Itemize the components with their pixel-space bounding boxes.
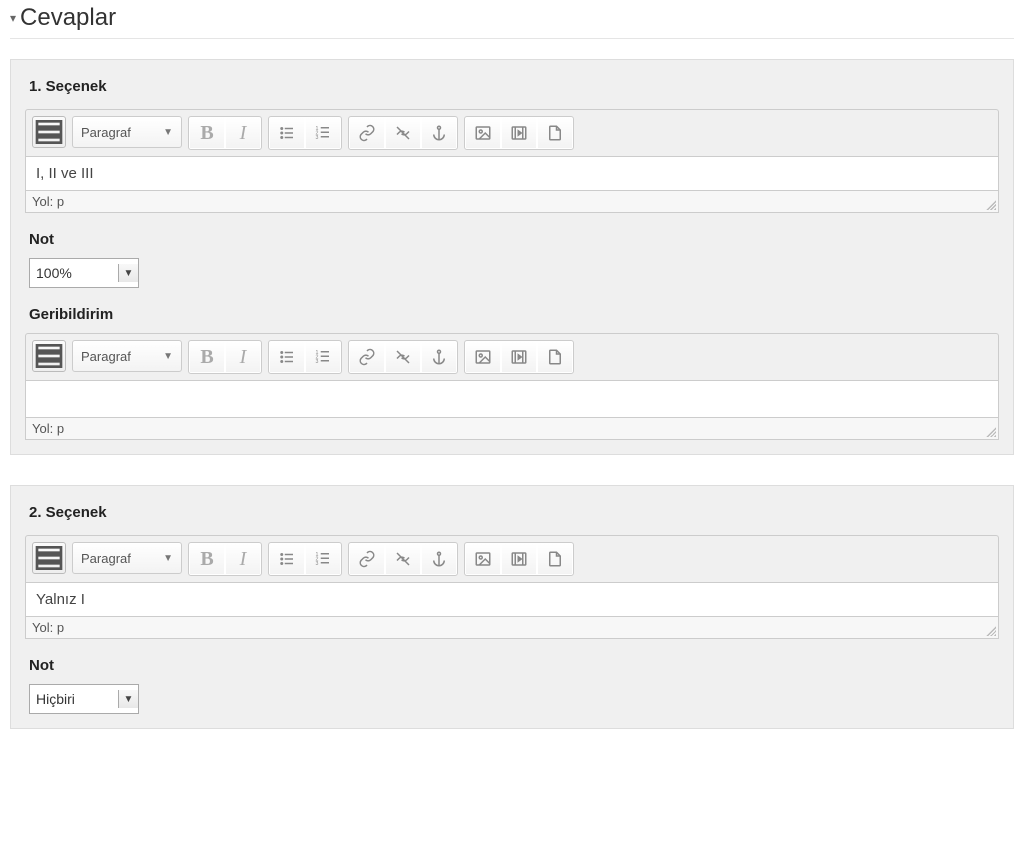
choice-1-title: 1. Seçenek <box>29 78 999 95</box>
toolbar-toggle-button[interactable] <box>32 340 66 372</box>
format-select[interactable]: Paragraf ▼ <box>72 116 182 148</box>
choice-1-editor: Paragraf ▼ B I 123 <box>25 109 999 213</box>
chevron-down-icon: ▼ <box>163 553 173 564</box>
format-select[interactable]: Paragraf ▼ <box>72 340 182 372</box>
image-button[interactable] <box>466 544 500 574</box>
editor-path-bar: Yol: p <box>25 418 999 440</box>
bulleted-list-button[interactable] <box>270 118 304 148</box>
choice-2-grade-label: Not <box>29 657 999 674</box>
bold-button[interactable]: B <box>190 118 224 148</box>
italic-button[interactable]: I <box>226 118 260 148</box>
choice-2-title: 2. Seçenek <box>29 504 999 521</box>
format-select-label: Paragraf <box>81 551 131 566</box>
choice-panel-2: 2. Seçenek Paragraf ▼ B I 123 <box>10 485 1014 729</box>
choice-1-feedback-editor: Paragraf ▼ B I 123 <box>25 333 999 440</box>
editor-path-bar: Yol: p <box>25 617 999 639</box>
path-tag: p <box>57 620 64 635</box>
bold-button[interactable]: B <box>190 544 224 574</box>
anchor-button[interactable] <box>422 544 456 574</box>
choice-1-grade-label: Not <box>29 231 999 248</box>
choice-1-grade-select[interactable]: 100% ▼ <box>29 258 139 288</box>
editor-toolbar: Paragraf ▼ B I 123 <box>25 535 999 582</box>
collapse-triangle-icon[interactable]: ▾ <box>10 11 16 25</box>
unlink-button[interactable] <box>386 118 420 148</box>
grade-value: 100% <box>36 265 72 281</box>
image-button[interactable] <box>466 118 500 148</box>
format-select-label: Paragraf <box>81 349 131 364</box>
choice-1-content-input[interactable]: I, II ve III <box>25 156 999 191</box>
editor-toolbar: Paragraf ▼ B I 123 <box>25 333 999 380</box>
file-button[interactable] <box>538 118 572 148</box>
dropdown-arrow-icon: ▼ <box>118 264 138 282</box>
link-button[interactable] <box>350 342 384 372</box>
choice-2-grade-select[interactable]: Hiçbiri ▼ <box>29 684 139 714</box>
link-button[interactable] <box>350 544 384 574</box>
choice-2-content-input[interactable]: Yalnız I <box>25 582 999 617</box>
toolbar-toggle-button[interactable] <box>32 542 66 574</box>
numbered-list-button[interactable]: 123 <box>306 544 340 574</box>
bulleted-list-button[interactable] <box>270 544 304 574</box>
media-button[interactable] <box>502 342 536 372</box>
unlink-button[interactable] <box>386 342 420 372</box>
path-prefix: Yol: <box>32 620 57 635</box>
choice-2-editor: Paragraf ▼ B I 123 Yalnız I <box>25 535 999 639</box>
grade-value: Hiçbiri <box>36 691 75 707</box>
bulleted-list-button[interactable] <box>270 342 304 372</box>
choice-1-feedback-input[interactable] <box>25 380 999 418</box>
toolbar-toggle-button[interactable] <box>32 116 66 148</box>
image-button[interactable] <box>466 342 500 372</box>
italic-button[interactable]: I <box>226 342 260 372</box>
italic-button[interactable]: I <box>226 544 260 574</box>
svg-text:3: 3 <box>316 359 319 365</box>
path-prefix: Yol: <box>32 194 57 209</box>
media-button[interactable] <box>502 118 536 148</box>
file-button[interactable] <box>538 342 572 372</box>
numbered-list-button[interactable]: 123 <box>306 118 340 148</box>
link-button[interactable] <box>350 118 384 148</box>
path-tag: p <box>57 194 64 209</box>
bold-button[interactable]: B <box>190 342 224 372</box>
svg-text:3: 3 <box>316 135 319 141</box>
choice-1-feedback-label: Geribildirim <box>29 306 999 323</box>
unlink-button[interactable] <box>386 544 420 574</box>
media-button[interactable] <box>502 544 536 574</box>
editor-path-bar: Yol: p <box>25 191 999 213</box>
path-prefix: Yol: <box>32 421 57 436</box>
resize-grip-icon[interactable] <box>984 425 996 437</box>
anchor-button[interactable] <box>422 342 456 372</box>
file-button[interactable] <box>538 544 572 574</box>
format-select-label: Paragraf <box>81 125 131 140</box>
section-title: Cevaplar <box>20 4 116 32</box>
chevron-down-icon: ▼ <box>163 351 173 362</box>
numbered-list-button[interactable]: 123 <box>306 342 340 372</box>
dropdown-arrow-icon: ▼ <box>118 690 138 708</box>
svg-text:3: 3 <box>316 561 319 567</box>
resize-grip-icon[interactable] <box>984 624 996 636</box>
chevron-down-icon: ▼ <box>163 127 173 138</box>
format-select[interactable]: Paragraf ▼ <box>72 542 182 574</box>
choice-panel-1: 1. Seçenek Paragraf ▼ B I 123 <box>10 59 1014 455</box>
path-tag: p <box>57 421 64 436</box>
resize-grip-icon[interactable] <box>984 198 996 210</box>
anchor-button[interactable] <box>422 118 456 148</box>
section-header[interactable]: ▾ Cevaplar <box>10 0 1014 39</box>
editor-toolbar: Paragraf ▼ B I 123 <box>25 109 999 156</box>
